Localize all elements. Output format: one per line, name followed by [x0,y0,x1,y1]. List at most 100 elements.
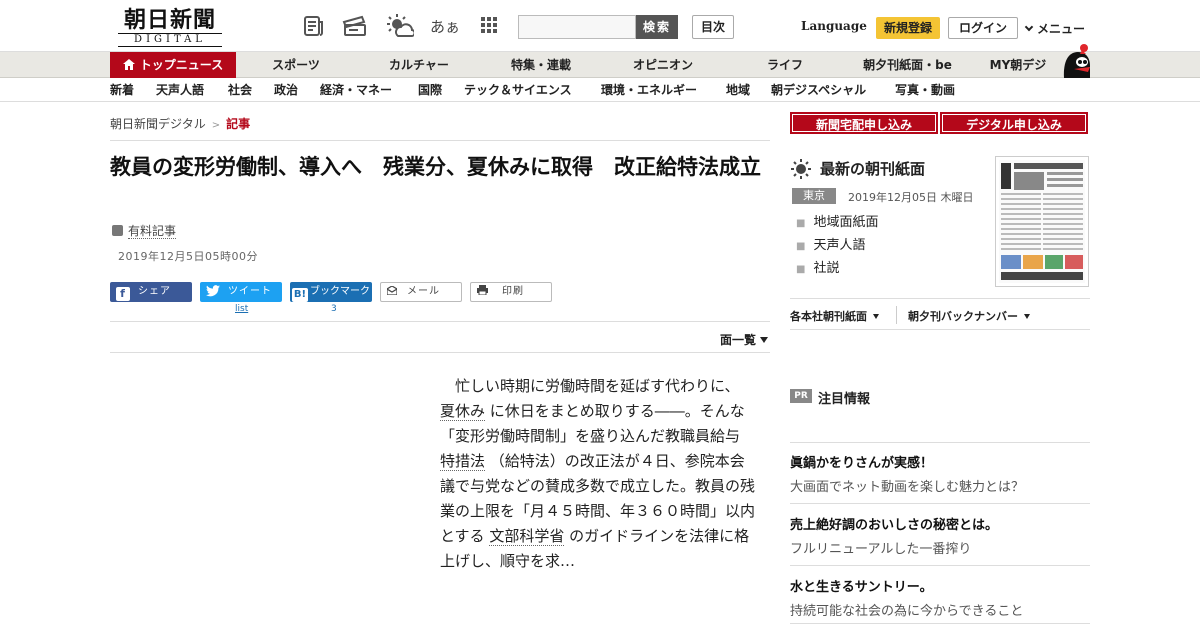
site-logo[interactable]: 朝日新聞 DIGITAL [112,8,228,48]
paid-article-label: 有料記事 [128,224,177,239]
nav2-tenseijingo[interactable]: 天声人語 [156,78,204,102]
nav-my-asadigi[interactable]: MY朝デジ [978,52,1058,78]
pr-item-headline: 眞鍋かをりさんが実感！ [790,456,934,471]
page-list-dropdown[interactable]: 面一覧 [720,331,769,348]
nav2-latest[interactable]: 新着 [110,78,134,102]
nav2-special[interactable]: 朝デジスペシャル [771,78,866,102]
divider [110,352,770,353]
nav2-society[interactable]: 社会 [228,78,252,102]
nav2-region[interactable]: 地域 [726,78,750,102]
divider [790,442,1090,443]
paper-link-label: 天声人語 [813,238,866,253]
mail-label: メール [407,286,440,297]
contents-button[interactable]: 目次 [692,15,734,39]
paper-link-region[interactable]: ■ 地域面紙面 [796,212,878,235]
article-body: 忙しい時期に労働時間を延ばす代わりに、 夏休み に休日をまとめ取りする――。そん… [440,374,758,574]
latest-paper-title[interactable]: 最新の朝刊紙面 [820,158,925,179]
twitter-share-button[interactable]: ツイート [200,282,282,302]
grid-menu-icon[interactable] [476,14,502,40]
divider [790,329,1090,330]
hatena-count-link[interactable]: 3 [331,304,337,314]
twitter-share-label: ツイート [228,286,272,297]
subscribe-digital-button[interactable]: デジタル申し込み [940,112,1088,134]
keyword-link-summer-vacation[interactable]: 夏休み [440,402,486,421]
search-button[interactable]: 検索 [636,15,678,39]
mascot-icon[interactable] [1060,44,1092,78]
bullet-icon: ■ [796,264,806,275]
paper-link-tenseijingo[interactable]: ■ 天声人語 [796,235,878,258]
bullet-icon: ■ [796,241,806,252]
page-list-label: 面一覧 [720,333,757,347]
font-size-icon[interactable]: あぁ [430,14,460,40]
pr-item-subtext: フルリニューアルした一番搾り [790,542,972,557]
twitter-icon [206,285,220,299]
pr-item[interactable]: 売上絶好調のおいしさの秘密とは。 フルリニューアルした一番搾り [790,514,1090,557]
mail-icon [386,284,398,302]
search-input[interactable] [518,15,636,39]
chevron-down-icon [1024,22,1034,32]
nav-culture[interactable]: カルチャー [373,52,465,78]
breadcrumb-current: 記事 [226,117,251,131]
nav-top-news[interactable]: トップニュース [110,52,236,78]
breadcrumb-home[interactable]: 朝日新聞デジタル [110,117,206,131]
hatena-bookmark-button[interactable]: B! ブックマーク [290,282,372,302]
nav2-international[interactable]: 国際 [418,78,442,102]
print-label: 印刷 [502,286,524,297]
article-title: 教員の変形労働制、導入へ 残業分、夏休みに取得 改正給特法成立 [110,155,761,179]
article-date: 2019年12月5日05時00分 [118,250,258,263]
keyword-link-mext[interactable]: 文部科学省 [489,527,565,546]
print-button[interactable]: 印刷 [470,282,552,302]
pr-item[interactable]: 眞鍋かをりさんが実感！ 大画面でネット動画を楽しむ魅力とは？ [790,452,1090,495]
weather-icon[interactable] [386,14,416,40]
paper-date: 2019年12月05日 木曜日 [848,191,974,204]
pr-item-subtext: 持続可能な社会の為に今からできること [790,604,1024,619]
newspaper-icon[interactable] [301,14,327,40]
facebook-icon: f [116,287,130,301]
pr-item-headline: 水と生きるサントリー。 [790,580,933,595]
dropdown-label: 各本社朝刊紙面 [790,310,867,323]
site-header: 朝日新聞 DIGITAL あぁ 検索 目次 Language 新規登録 ログイン… [0,0,1200,52]
nav2-photo-video[interactable]: 写真・動画 [895,78,955,102]
dropdown-label: 朝夕刊バックナンバー [908,310,1018,323]
twitter-count-link[interactable]: list [235,304,248,314]
printer-icon [477,284,488,302]
ticket-icon[interactable] [342,14,368,40]
body-text: のガイドラインを法律に格上げし、順守を求… [440,527,750,570]
nav-label: トップニュース [139,58,224,72]
nav-sports[interactable]: スポーツ [250,52,342,78]
register-button[interactable]: 新規登録 [876,17,940,39]
regional-paper-dropdown[interactable]: 各本社朝刊紙面 [790,308,879,324]
keyword-link-special-measures-law[interactable]: 特措法 [440,452,486,471]
newspaper-thumbnail[interactable] [995,156,1089,287]
divider [110,321,770,322]
menu-button[interactable]: メニュー [1024,20,1086,37]
paper-link-label: 地域面紙面 [813,215,879,230]
hatena-icon: B! [292,288,308,302]
nav-features[interactable]: 特集・連載 [495,52,587,78]
menu-label: メニュー [1037,22,1086,36]
mail-share-button[interactable]: メール [380,282,462,302]
paid-article-badge[interactable]: 有料記事 [112,222,177,239]
language-link[interactable]: Language [801,19,867,33]
login-button[interactable]: ログイン [948,17,1018,39]
nav2-tech-science[interactable]: テック＆サイエンス [464,78,572,102]
nav-newspaper[interactable]: 朝夕刊紙面・be [855,52,960,78]
pr-item[interactable]: 水と生きるサントリー。 持続可能な社会の為に今からできること [790,576,1090,619]
home-icon [122,53,135,79]
nav-opinion[interactable]: オピニオン [617,52,709,78]
nav2-economy[interactable]: 経済・マネー [320,78,392,102]
pr-badge: PR [790,389,812,403]
subscribe-paper-button[interactable]: 新聞宅配申し込み [790,112,938,134]
facebook-share-button[interactable]: f シェア [110,282,192,302]
nav2-politics[interactable]: 政治 [274,78,298,102]
nav-life[interactable]: ライフ [739,52,831,78]
divider [110,140,770,141]
secondary-nav: 新着 天声人語 社会 政治 経済・マネー 国際 テック＆サイエンス 環境・エネル… [0,78,1200,102]
logo-japanese: 朝日新聞 [123,7,216,33]
divider [790,503,1090,504]
caret-down-icon [873,314,879,319]
paper-link-editorial[interactable]: ■ 社説 [796,258,878,281]
caret-down-icon [1024,314,1030,319]
back-number-dropdown[interactable]: 朝夕刊バックナンバー [908,308,1030,324]
nav2-environment[interactable]: 環境・エネルギー [601,78,697,102]
